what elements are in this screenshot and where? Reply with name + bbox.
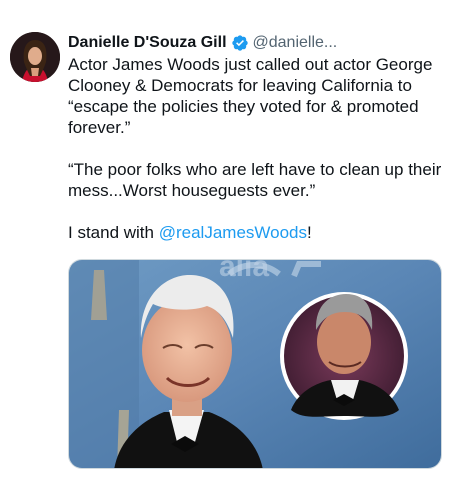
tweet-media[interactable]: alia [68, 259, 442, 469]
tweet-text-fragment: ! [307, 223, 312, 242]
verified-badge-icon [231, 34, 249, 52]
tweet-header: Danielle D'Souza Gill @danielle... [68, 32, 337, 54]
tweet-text-fragment: I stand with [68, 223, 159, 242]
tweet-text: Actor James Woods just called out actor … [68, 54, 444, 243]
tweet: Danielle D'Souza Gill @danielle... Actor… [0, 0, 452, 500]
avatar-photo-icon [10, 32, 60, 82]
photo-of-two-actors-icon: alia [69, 260, 441, 468]
mention-link[interactable]: @realJamesWoods [159, 223, 307, 242]
tweet-paragraph: Actor James Woods just called out actor … [68, 55, 433, 137]
backdrop-text: alia [219, 260, 269, 283]
tweet-paragraph: “The poor folks who are left have to cle… [68, 160, 442, 200]
author-handle[interactable]: @danielle... [253, 34, 338, 52]
author-avatar[interactable] [10, 32, 60, 82]
author-display-name[interactable]: Danielle D'Souza Gill [68, 34, 227, 52]
tweet-paragraph: I stand with @realJamesWoods! [68, 222, 444, 243]
